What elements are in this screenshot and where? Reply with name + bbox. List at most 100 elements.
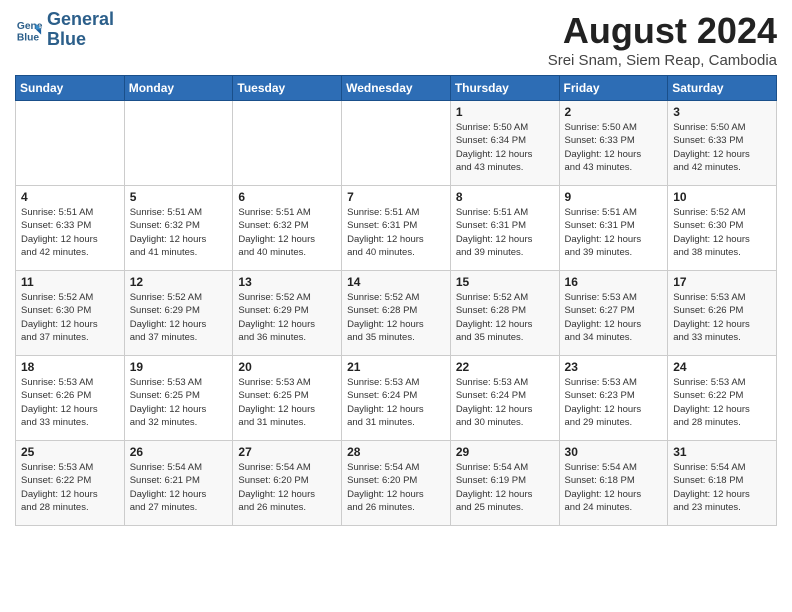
calendar-cell xyxy=(16,101,125,186)
day-number: 11 xyxy=(21,275,119,289)
day-info: Sunrise: 5:50 AMSunset: 6:33 PMDaylight:… xyxy=(565,121,663,174)
day-info: Sunrise: 5:53 AMSunset: 6:25 PMDaylight:… xyxy=(130,376,228,429)
day-info: Sunrise: 5:53 AMSunset: 6:25 PMDaylight:… xyxy=(238,376,336,429)
day-number: 14 xyxy=(347,275,445,289)
day-info: Sunrise: 5:51 AMSunset: 6:31 PMDaylight:… xyxy=(565,206,663,259)
calendar-cell: 9 Sunrise: 5:51 AMSunset: 6:31 PMDaylight… xyxy=(559,186,668,271)
day-info: Sunrise: 5:53 AMSunset: 6:26 PMDaylight:… xyxy=(673,291,771,344)
day-number: 26 xyxy=(130,445,228,459)
weekday-header-tuesday: Tuesday xyxy=(233,76,342,101)
day-info: Sunrise: 5:52 AMSunset: 6:30 PMDaylight:… xyxy=(673,206,771,259)
day-number: 3 xyxy=(673,105,771,119)
day-info: Sunrise: 5:53 AMSunset: 6:24 PMDaylight:… xyxy=(347,376,445,429)
calendar-cell: 16 Sunrise: 5:53 AMSunset: 6:27 PMDayligh… xyxy=(559,271,668,356)
calendar-cell: 27 Sunrise: 5:54 AMSunset: 6:20 PMDayligh… xyxy=(233,441,342,526)
calendar-cell xyxy=(124,101,233,186)
day-number: 22 xyxy=(456,360,554,374)
logo-text: General Blue xyxy=(47,10,114,50)
calendar-cell: 5 Sunrise: 5:51 AMSunset: 6:32 PMDaylight… xyxy=(124,186,233,271)
day-number: 6 xyxy=(238,190,336,204)
calendar-cell: 2 Sunrise: 5:50 AMSunset: 6:33 PMDaylight… xyxy=(559,101,668,186)
day-info: Sunrise: 5:53 AMSunset: 6:24 PMDaylight:… xyxy=(456,376,554,429)
day-number: 19 xyxy=(130,360,228,374)
day-info: Sunrise: 5:53 AMSunset: 6:22 PMDaylight:… xyxy=(673,376,771,429)
day-number: 8 xyxy=(456,190,554,204)
calendar-cell: 11Sunrise: 5:52 AMSunset: 6:30 PMDayligh… xyxy=(16,271,125,356)
day-info: Sunrise: 5:52 AMSunset: 6:29 PMDaylight:… xyxy=(238,291,336,344)
day-number: 7 xyxy=(347,190,445,204)
day-number: 25 xyxy=(21,445,119,459)
calendar-cell: 30Sunrise: 5:54 AMSunset: 6:18 PMDayligh… xyxy=(559,441,668,526)
day-number: 27 xyxy=(238,445,336,459)
weekday-header-saturday: Saturday xyxy=(668,76,777,101)
calendar-cell: 21 Sunrise: 5:53 AMSunset: 6:24 PMDayligh… xyxy=(342,356,451,441)
day-number: 1 xyxy=(456,105,554,119)
day-number: 21 xyxy=(347,360,445,374)
calendar-table: SundayMondayTuesdayWednesdayThursdayFrid… xyxy=(15,75,777,526)
calendar-cell: 8 Sunrise: 5:51 AMSunset: 6:31 PMDaylight… xyxy=(450,186,559,271)
day-info: Sunrise: 5:51 AMSunset: 6:31 PMDaylight:… xyxy=(347,206,445,259)
day-number: 13 xyxy=(238,275,336,289)
day-number: 23 xyxy=(565,360,663,374)
calendar-cell: 14 Sunrise: 5:52 AMSunset: 6:28 PMDayligh… xyxy=(342,271,451,356)
day-number: 12 xyxy=(130,275,228,289)
month-year: August 2024 xyxy=(548,10,777,52)
calendar-week-5: 25 Sunrise: 5:53 AMSunset: 6:22 PMDayligh… xyxy=(16,441,777,526)
calendar-week-2: 4 Sunrise: 5:51 AMSunset: 6:33 PMDaylight… xyxy=(16,186,777,271)
calendar-cell: 7 Sunrise: 5:51 AMSunset: 6:31 PMDaylight… xyxy=(342,186,451,271)
weekday-header-row: SundayMondayTuesdayWednesdayThursdayFrid… xyxy=(16,76,777,101)
weekday-header-sunday: Sunday xyxy=(16,76,125,101)
day-number: 18 xyxy=(21,360,119,374)
day-info: Sunrise: 5:53 AMSunset: 6:27 PMDaylight:… xyxy=(565,291,663,344)
day-number: 10 xyxy=(673,190,771,204)
day-number: 5 xyxy=(130,190,228,204)
day-info: Sunrise: 5:53 AMSunset: 6:22 PMDaylight:… xyxy=(21,461,119,514)
day-info: Sunrise: 5:54 AMSunset: 6:21 PMDaylight:… xyxy=(130,461,228,514)
day-info: Sunrise: 5:51 AMSunset: 6:32 PMDaylight:… xyxy=(130,206,228,259)
page-header: General Blue General Blue August 2024 Sr… xyxy=(15,10,777,69)
calendar-cell: 20 Sunrise: 5:53 AMSunset: 6:25 PMDayligh… xyxy=(233,356,342,441)
day-info: Sunrise: 5:54 AMSunset: 6:20 PMDaylight:… xyxy=(238,461,336,514)
day-info: Sunrise: 5:54 AMSunset: 6:20 PMDaylight:… xyxy=(347,461,445,514)
day-number: 31 xyxy=(673,445,771,459)
day-info: Sunrise: 5:52 AMSunset: 6:28 PMDaylight:… xyxy=(347,291,445,344)
weekday-header-thursday: Thursday xyxy=(450,76,559,101)
calendar-cell: 31Sunrise: 5:54 AMSunset: 6:18 PMDayligh… xyxy=(668,441,777,526)
weekday-header-wednesday: Wednesday xyxy=(342,76,451,101)
day-number: 20 xyxy=(238,360,336,374)
day-info: Sunrise: 5:53 AMSunset: 6:23 PMDaylight:… xyxy=(565,376,663,429)
day-info: Sunrise: 5:53 AMSunset: 6:26 PMDaylight:… xyxy=(21,376,119,429)
calendar-cell: 13 Sunrise: 5:52 AMSunset: 6:29 PMDayligh… xyxy=(233,271,342,356)
day-number: 29 xyxy=(456,445,554,459)
calendar-week-4: 18 Sunrise: 5:53 AMSunset: 6:26 PMDayligh… xyxy=(16,356,777,441)
calendar-cell: 28 Sunrise: 5:54 AMSunset: 6:20 PMDayligh… xyxy=(342,441,451,526)
logo: General Blue General Blue xyxy=(15,10,114,50)
calendar-cell xyxy=(233,101,342,186)
day-number: 16 xyxy=(565,275,663,289)
logo-icon: General Blue xyxy=(15,16,43,44)
day-number: 9 xyxy=(565,190,663,204)
calendar-week-3: 11Sunrise: 5:52 AMSunset: 6:30 PMDayligh… xyxy=(16,271,777,356)
day-number: 30 xyxy=(565,445,663,459)
day-number: 2 xyxy=(565,105,663,119)
day-number: 17 xyxy=(673,275,771,289)
calendar-cell: 18 Sunrise: 5:53 AMSunset: 6:26 PMDayligh… xyxy=(16,356,125,441)
calendar-cell: 15Sunrise: 5:52 AMSunset: 6:28 PMDayligh… xyxy=(450,271,559,356)
day-number: 28 xyxy=(347,445,445,459)
title-block: August 2024 Srei Snam, Siem Reap, Cambod… xyxy=(548,10,777,69)
calendar-cell: 26 Sunrise: 5:54 AMSunset: 6:21 PMDayligh… xyxy=(124,441,233,526)
weekday-header-friday: Friday xyxy=(559,76,668,101)
calendar-cell: 19 Sunrise: 5:53 AMSunset: 6:25 PMDayligh… xyxy=(124,356,233,441)
calendar-cell: 12Sunrise: 5:52 AMSunset: 6:29 PMDayligh… xyxy=(124,271,233,356)
day-info: Sunrise: 5:51 AMSunset: 6:32 PMDaylight:… xyxy=(238,206,336,259)
calendar-cell: 24 Sunrise: 5:53 AMSunset: 6:22 PMDayligh… xyxy=(668,356,777,441)
day-info: Sunrise: 5:50 AMSunset: 6:33 PMDaylight:… xyxy=(673,121,771,174)
day-info: Sunrise: 5:54 AMSunset: 6:19 PMDaylight:… xyxy=(456,461,554,514)
weekday-header-monday: Monday xyxy=(124,76,233,101)
day-info: Sunrise: 5:51 AMSunset: 6:31 PMDaylight:… xyxy=(456,206,554,259)
day-number: 24 xyxy=(673,360,771,374)
calendar-cell: 23 Sunrise: 5:53 AMSunset: 6:23 PMDayligh… xyxy=(559,356,668,441)
day-info: Sunrise: 5:51 AMSunset: 6:33 PMDaylight:… xyxy=(21,206,119,259)
calendar-cell: 1Sunrise: 5:50 AMSunset: 6:34 PMDaylight… xyxy=(450,101,559,186)
day-number: 4 xyxy=(21,190,119,204)
